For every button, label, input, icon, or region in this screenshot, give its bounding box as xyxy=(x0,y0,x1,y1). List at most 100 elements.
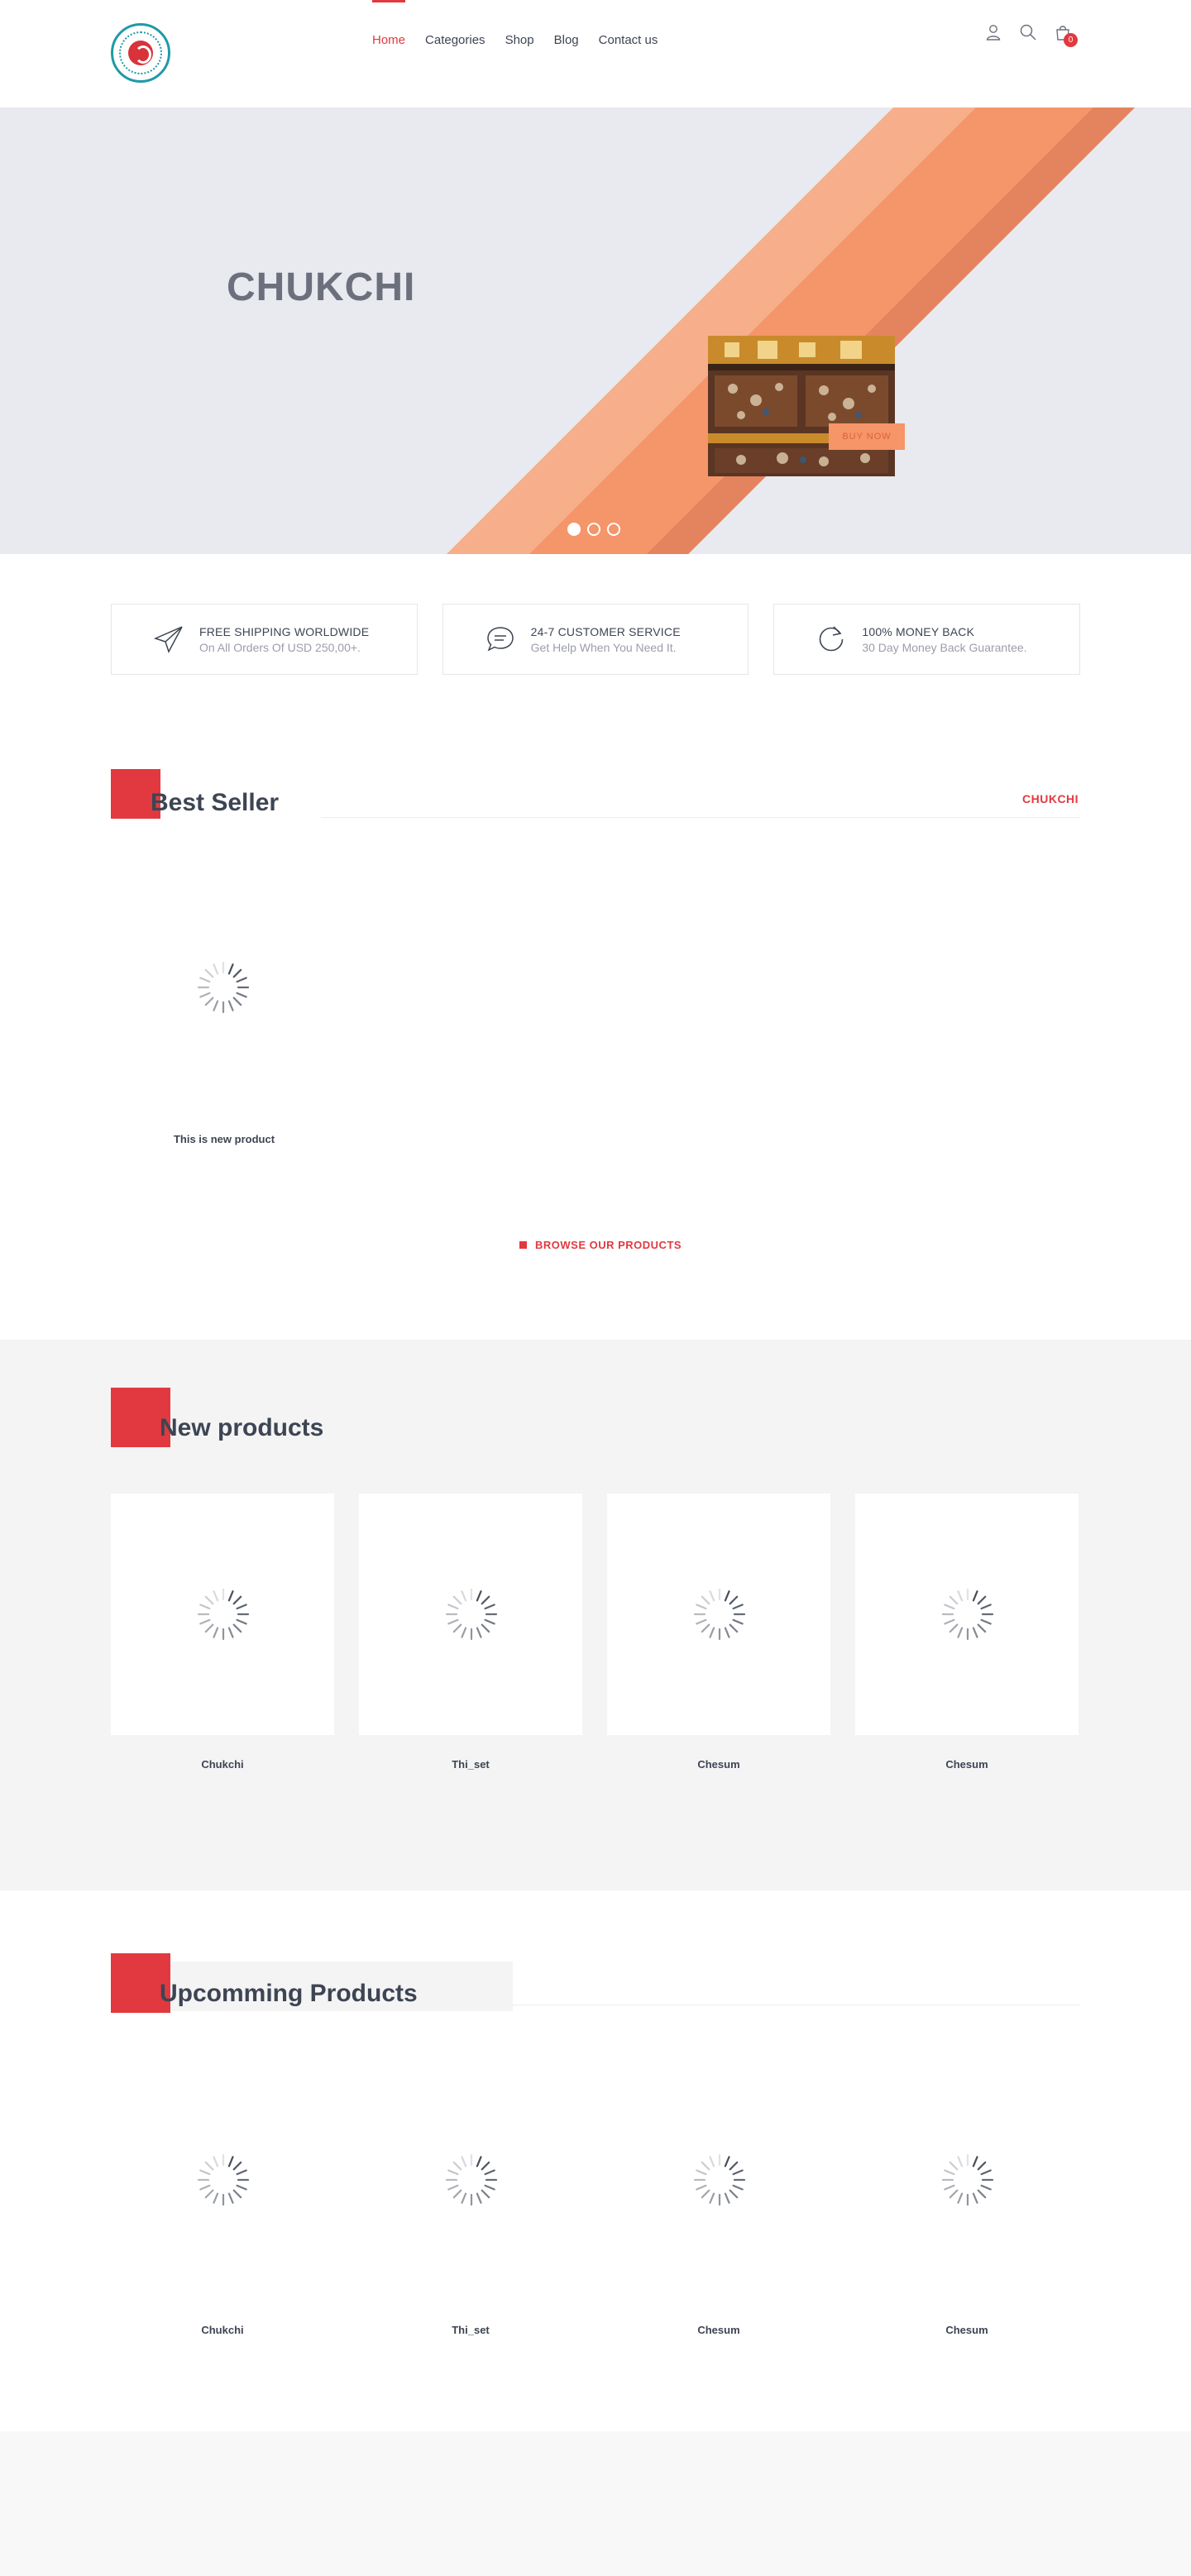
spinner-tick xyxy=(732,2184,744,2191)
loading-spinner xyxy=(941,2153,994,2206)
slide-dot-1[interactable] xyxy=(567,523,581,536)
browse-products-link[interactable]: BROWSE OUR PRODUCTS xyxy=(519,1239,682,1251)
hero-product-image[interactable] xyxy=(708,336,895,476)
product-name[interactable]: Chukchi xyxy=(111,2324,334,2336)
spinner-tick xyxy=(213,2192,219,2204)
product-name[interactable]: This is new product xyxy=(112,1133,336,1145)
spinner-tick xyxy=(980,2169,992,2176)
spinner-tick xyxy=(484,1618,495,1625)
spinner-tick xyxy=(949,1623,959,1633)
spinner-tick xyxy=(484,1603,495,1610)
spinner-tick xyxy=(944,1618,955,1625)
product-name[interactable]: Chesum xyxy=(855,2324,1079,2336)
logo-ring xyxy=(119,31,162,74)
spinner-tick xyxy=(447,2169,459,2176)
nav-categories[interactable]: Categories xyxy=(425,0,485,83)
feature-title: 24-7 CUSTOMER SERVICE xyxy=(530,624,681,638)
spinner-tick xyxy=(199,1603,211,1610)
spinner-tick xyxy=(729,1595,739,1605)
new-products-title: New products xyxy=(160,1414,324,1441)
spinner-tick xyxy=(729,2161,739,2171)
spinner-tick xyxy=(447,1618,459,1625)
nav-home[interactable]: Home xyxy=(372,0,406,83)
spinner-tick xyxy=(236,2169,247,2176)
spinner-tick xyxy=(724,2192,730,2204)
loading-spinner xyxy=(197,2153,250,2206)
spinner-tick xyxy=(957,2156,964,2167)
cart-icon[interactable]: 0 xyxy=(1054,23,1078,47)
product-name[interactable]: Chesum xyxy=(855,1758,1079,1771)
paper-plane-icon xyxy=(153,626,183,653)
spinner-tick xyxy=(724,2156,730,2167)
spinner-tick xyxy=(199,2169,211,2176)
spinner-tick xyxy=(232,2189,242,2199)
spinner-tick xyxy=(972,1590,978,1602)
spinner-tick xyxy=(972,2192,978,2204)
spinner-tick xyxy=(461,2192,467,2204)
product-name[interactable]: Chesum xyxy=(607,1758,830,1771)
nav-shop[interactable]: Shop xyxy=(505,0,534,83)
spinner-tick xyxy=(461,1590,467,1602)
feature-moneyback: 100% MONEY BACK 30 Day Money Back Guaran… xyxy=(773,604,1081,675)
spinner-tick xyxy=(227,2156,234,2167)
nav-blog[interactable]: Blog xyxy=(554,0,579,83)
spinner-tick xyxy=(476,1627,482,1638)
spinner-tick xyxy=(461,2156,467,2167)
product-name[interactable]: Thi_set xyxy=(359,2324,582,2336)
slider-pagination xyxy=(567,523,620,536)
feature-subtitle: On All Orders Of USD 250,00+. xyxy=(199,640,361,654)
spinner-tick xyxy=(204,968,214,978)
spinner-tick xyxy=(236,1618,247,1625)
product-name[interactable]: Thi_set xyxy=(359,1758,582,1771)
spinner-tick xyxy=(204,2189,214,2199)
spinner-tick xyxy=(447,2184,459,2191)
feature-subtitle: 30 Day Money Back Guarantee. xyxy=(862,640,1027,654)
feature-title: FREE SHIPPING WORLDWIDE xyxy=(199,624,370,638)
buy-now-button[interactable]: BUY NOW xyxy=(829,423,905,450)
spinner-tick xyxy=(232,996,242,1006)
browse-label: BROWSE OUR PRODUCTS xyxy=(535,1239,682,1251)
search-icon[interactable] xyxy=(1019,23,1037,41)
spinner-tick xyxy=(227,1590,234,1602)
feature-subtitle: Get Help When You Need It. xyxy=(530,640,677,654)
spinner-tick xyxy=(701,2189,710,2199)
spinner-tick xyxy=(452,1623,462,1633)
spinner-tick xyxy=(199,977,211,983)
slide-dot-3[interactable] xyxy=(607,523,620,536)
spinner-tick xyxy=(213,2156,219,2167)
main-nav: Home Categories Shop Blog Contact us xyxy=(372,0,677,83)
spinner-tick xyxy=(944,1603,955,1610)
user-icon[interactable] xyxy=(984,23,1002,41)
spinner-tick xyxy=(232,968,242,978)
spinner-tick xyxy=(729,1623,739,1633)
spinner-tick xyxy=(724,1627,730,1638)
spinner-tick xyxy=(957,2192,964,2204)
spinner-tick xyxy=(204,996,214,1006)
spinner-tick xyxy=(980,1618,992,1625)
spinner-tick xyxy=(199,2184,211,2191)
spinner-tick xyxy=(696,2184,707,2191)
product-name[interactable]: Chesum xyxy=(607,2324,830,2336)
spinner-tick xyxy=(977,2189,987,2199)
hero-title: CHUKCHI xyxy=(227,265,416,309)
spinner-tick xyxy=(481,1623,490,1633)
spinner-tick xyxy=(452,2161,462,2171)
feature-support: 24-7 CUSTOMER SERVICE Get Help When You … xyxy=(442,604,749,675)
site-footer xyxy=(0,2431,1191,2576)
loading-spinner xyxy=(197,1588,250,1641)
brand-logo[interactable] xyxy=(111,23,170,83)
spinner-tick xyxy=(972,2156,978,2167)
product-name[interactable]: Chukchi xyxy=(111,1758,334,1771)
spinner-tick xyxy=(213,1627,219,1638)
spinner-tick xyxy=(944,2184,955,2191)
spinner-tick xyxy=(227,1000,234,1011)
spinner-tick xyxy=(957,1627,964,1638)
slide-dot-2[interactable] xyxy=(587,523,600,536)
tab-chukchi[interactable]: CHUKCHI xyxy=(1022,792,1079,805)
spinner-tick xyxy=(447,1603,459,1610)
spinner-tick xyxy=(199,1618,211,1625)
spinner-tick xyxy=(232,1595,242,1605)
spinner-tick xyxy=(476,2156,482,2167)
loading-spinner xyxy=(445,2153,498,2206)
nav-contact[interactable]: Contact us xyxy=(599,0,658,83)
